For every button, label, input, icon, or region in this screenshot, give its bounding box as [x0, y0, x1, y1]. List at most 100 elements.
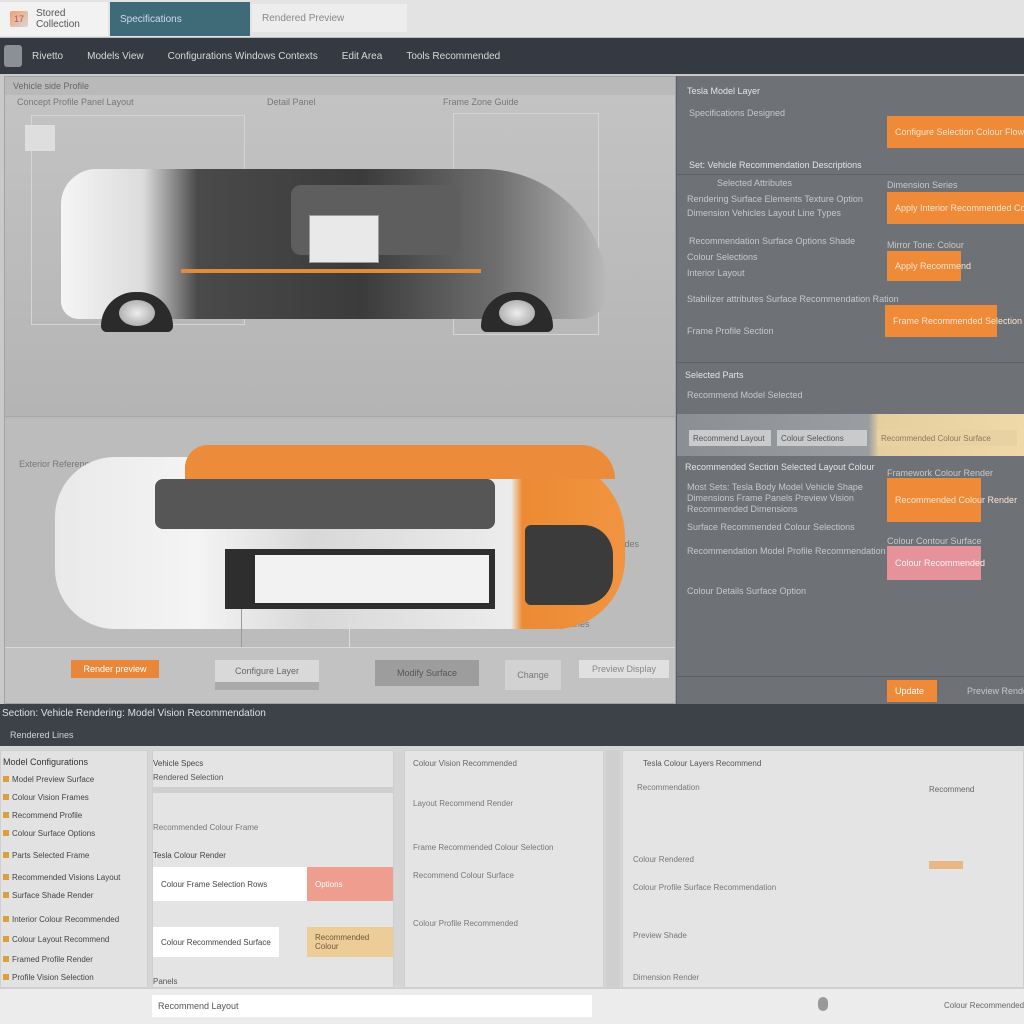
- modify-surface-button[interactable]: Modify Surface: [375, 660, 479, 686]
- prop-row: Colour Selections: [687, 252, 758, 262]
- colour-recommended-button[interactable]: Colour Recommended: [887, 546, 985, 580]
- detail-line: Colour Rendered: [633, 855, 694, 864]
- options-field[interactable]: Options: [307, 867, 393, 901]
- canvas-title: Vehicle side Profile: [13, 81, 90, 91]
- apply-recommend-button[interactable]: Apply Recommend: [887, 251, 971, 281]
- prop-row: Selected Attributes: [717, 178, 793, 188]
- prop-row: Recommendation Model Profile Recommendat…: [687, 546, 919, 556]
- microphone-icon[interactable]: [818, 997, 828, 1011]
- tab-strip: 17 Stored Collection Specifications Rend…: [0, 0, 1024, 38]
- list-item[interactable]: Parts Selected Frame: [3, 851, 89, 860]
- layout-input[interactable]: Recommend Layout: [152, 995, 592, 1017]
- properties-panel: Tesla Model Layer Specifications Designe…: [676, 76, 1024, 704]
- menu-item-edit[interactable]: Edit Area: [342, 51, 383, 62]
- tab-stored-collection[interactable]: 17 Stored Collection: [0, 2, 108, 36]
- prop-row: Colour Details Surface Option: [687, 586, 807, 596]
- colour-frame-field[interactable]: Colour Frame Selection Rows: [153, 867, 307, 901]
- detail-side: Recommend: [929, 785, 975, 794]
- section-heading: Set: Vehicle Recommendation Descriptions: [689, 160, 862, 170]
- menu-item-tools[interactable]: Tools Recommended: [406, 51, 500, 62]
- prop-row: Selected Parts: [685, 370, 744, 380]
- canvas-toolbar: Render preview Configure Layer Modify Su…: [5, 647, 675, 703]
- status-subtext: Rendered Lines: [10, 730, 74, 740]
- update-button[interactable]: Update: [887, 680, 937, 702]
- list-item[interactable]: Surface Shade Render: [3, 891, 93, 900]
- prop-row: Recommended Section Selected Layout Colo…: [685, 462, 875, 472]
- form-subheader: Rendered Selection: [153, 773, 224, 782]
- detail-line: Recommendation: [637, 783, 700, 792]
- bottom-right-text: Colour Recommended: [944, 1001, 1024, 1010]
- detail-line: Preview Shade: [633, 931, 687, 940]
- side-view-viewport[interactable]: Concept Profile Panel Layout Detail Pane…: [5, 95, 675, 417]
- top-view-viewport[interactable]: Exterior Reference Panel Guides Body Lin…: [5, 419, 675, 647]
- list-item[interactable]: Recommend Profile: [3, 811, 82, 820]
- list-item[interactable]: Model Preview Surface: [3, 775, 94, 784]
- guide-line: [349, 609, 350, 647]
- colour-swatch: [929, 861, 963, 869]
- app-icon: 17: [10, 11, 28, 27]
- form-header: Vehicle Specs: [153, 759, 204, 768]
- car-top-view[interactable]: [55, 445, 627, 632]
- selection-strip[interactable]: Recommend Layout Colour Selections Recom…: [677, 414, 1024, 456]
- prop-row: Recommend Model Selected: [687, 390, 803, 400]
- log-line: Frame Recommended Colour Selection: [413, 843, 554, 852]
- accent-stripe: [181, 269, 481, 273]
- prop-label: Colour Contour Surface: [887, 536, 982, 546]
- status-text: Section: Vehicle Rendering: Model Vision…: [2, 708, 266, 719]
- preview-display-button[interactable]: Preview Display: [579, 660, 669, 678]
- logo-icon: [4, 45, 22, 67]
- prop-row: Stabilizer attributes Surface Recommenda…: [687, 294, 899, 304]
- prop-row: Interior Layout: [687, 268, 745, 278]
- bottom-panels: Model Configurations Model Preview Surfa…: [0, 746, 1024, 1024]
- configure-selection-button[interactable]: Configure Selection Colour Flow: [887, 116, 1024, 148]
- configure-layer-button[interactable]: Configure Layer: [215, 660, 319, 690]
- list-item[interactable]: Colour Layout Recommend: [3, 935, 109, 944]
- ruler-label: Detail Panel: [267, 97, 316, 107]
- design-canvas[interactable]: Vehicle side Profile Concept Profile Pan…: [4, 76, 676, 704]
- tab-label: Rendered Preview: [262, 12, 345, 24]
- log-line: Colour Profile Recommended: [413, 919, 518, 928]
- menu-item-models[interactable]: Models View: [87, 51, 144, 62]
- apply-contours-button[interactable]: Apply Interior Recommended Contours: [887, 192, 1024, 224]
- car-door-panel: [309, 215, 379, 263]
- colour-render-button[interactable]: Recommended Colour Render: [887, 478, 1017, 522]
- change-button[interactable]: Change: [505, 660, 561, 690]
- recommended-colour-field[interactable]: Recommended Colour: [307, 927, 393, 957]
- form-label: Tesla Colour Render: [153, 851, 226, 860]
- frame-selection-button[interactable]: Frame Recommended Selection: [885, 305, 1022, 337]
- menu-item-configurations[interactable]: Configurations Windows Contexts: [168, 51, 318, 62]
- tab-specifications[interactable]: Specifications: [110, 2, 250, 36]
- car-side-view[interactable]: [61, 157, 609, 332]
- list-item[interactable]: Colour Surface Options: [3, 829, 95, 838]
- car-roof: [155, 479, 495, 529]
- divider: [677, 676, 1024, 677]
- strip-chip[interactable]: Recommend Layout: [689, 430, 771, 446]
- prop-row: Rendering Surface Elements Texture Optio…: [687, 194, 863, 204]
- prop-label: Dimension Series: [887, 180, 958, 190]
- colour-recommended-field[interactable]: Colour Recommended Surface: [153, 927, 279, 957]
- prop-row: Surface Recommended Colour Selections: [687, 522, 855, 532]
- description-text: Most Sets: Tesla Body Model Vehicle Shap…: [687, 482, 863, 514]
- scrollbar[interactable]: [606, 750, 620, 988]
- panel-title: Tesla Model Layer: [687, 86, 761, 96]
- tab-rendered-preview[interactable]: Rendered Preview: [252, 4, 407, 32]
- list-item[interactable]: Recommended Visions Layout: [3, 873, 120, 882]
- log-line: Recommend Colour Surface: [413, 871, 514, 880]
- list-item[interactable]: Framed Profile Render: [3, 955, 93, 964]
- bottom-bar: Recommend Layout Colour Recommended: [0, 988, 1024, 1024]
- list-item[interactable]: Colour Vision Frames: [3, 793, 89, 802]
- prop-label: Framework Colour Render: [887, 468, 994, 478]
- list-item[interactable]: Interior Colour Recommended: [3, 915, 119, 924]
- list-header: Model Configurations: [3, 757, 89, 767]
- divider: [677, 174, 1024, 175]
- car-nose: [525, 525, 613, 605]
- prop-row: Recommendation Surface Options Shade: [689, 236, 856, 246]
- strip-chip[interactable]: Colour Selections: [777, 430, 867, 446]
- panel-header: Specifications Designed: [689, 108, 786, 118]
- render-preview-button[interactable]: Render preview: [71, 660, 159, 678]
- thumbnail[interactable]: [25, 125, 55, 151]
- list-item[interactable]: Profile Vision Selection: [3, 973, 94, 982]
- detail-panel: Tesla Colour Layers Recommend Recommenda…: [622, 750, 1024, 988]
- menu-brand[interactable]: Rivetto: [32, 51, 63, 62]
- strip-chip[interactable]: Recommended Colour Surface: [877, 430, 1017, 446]
